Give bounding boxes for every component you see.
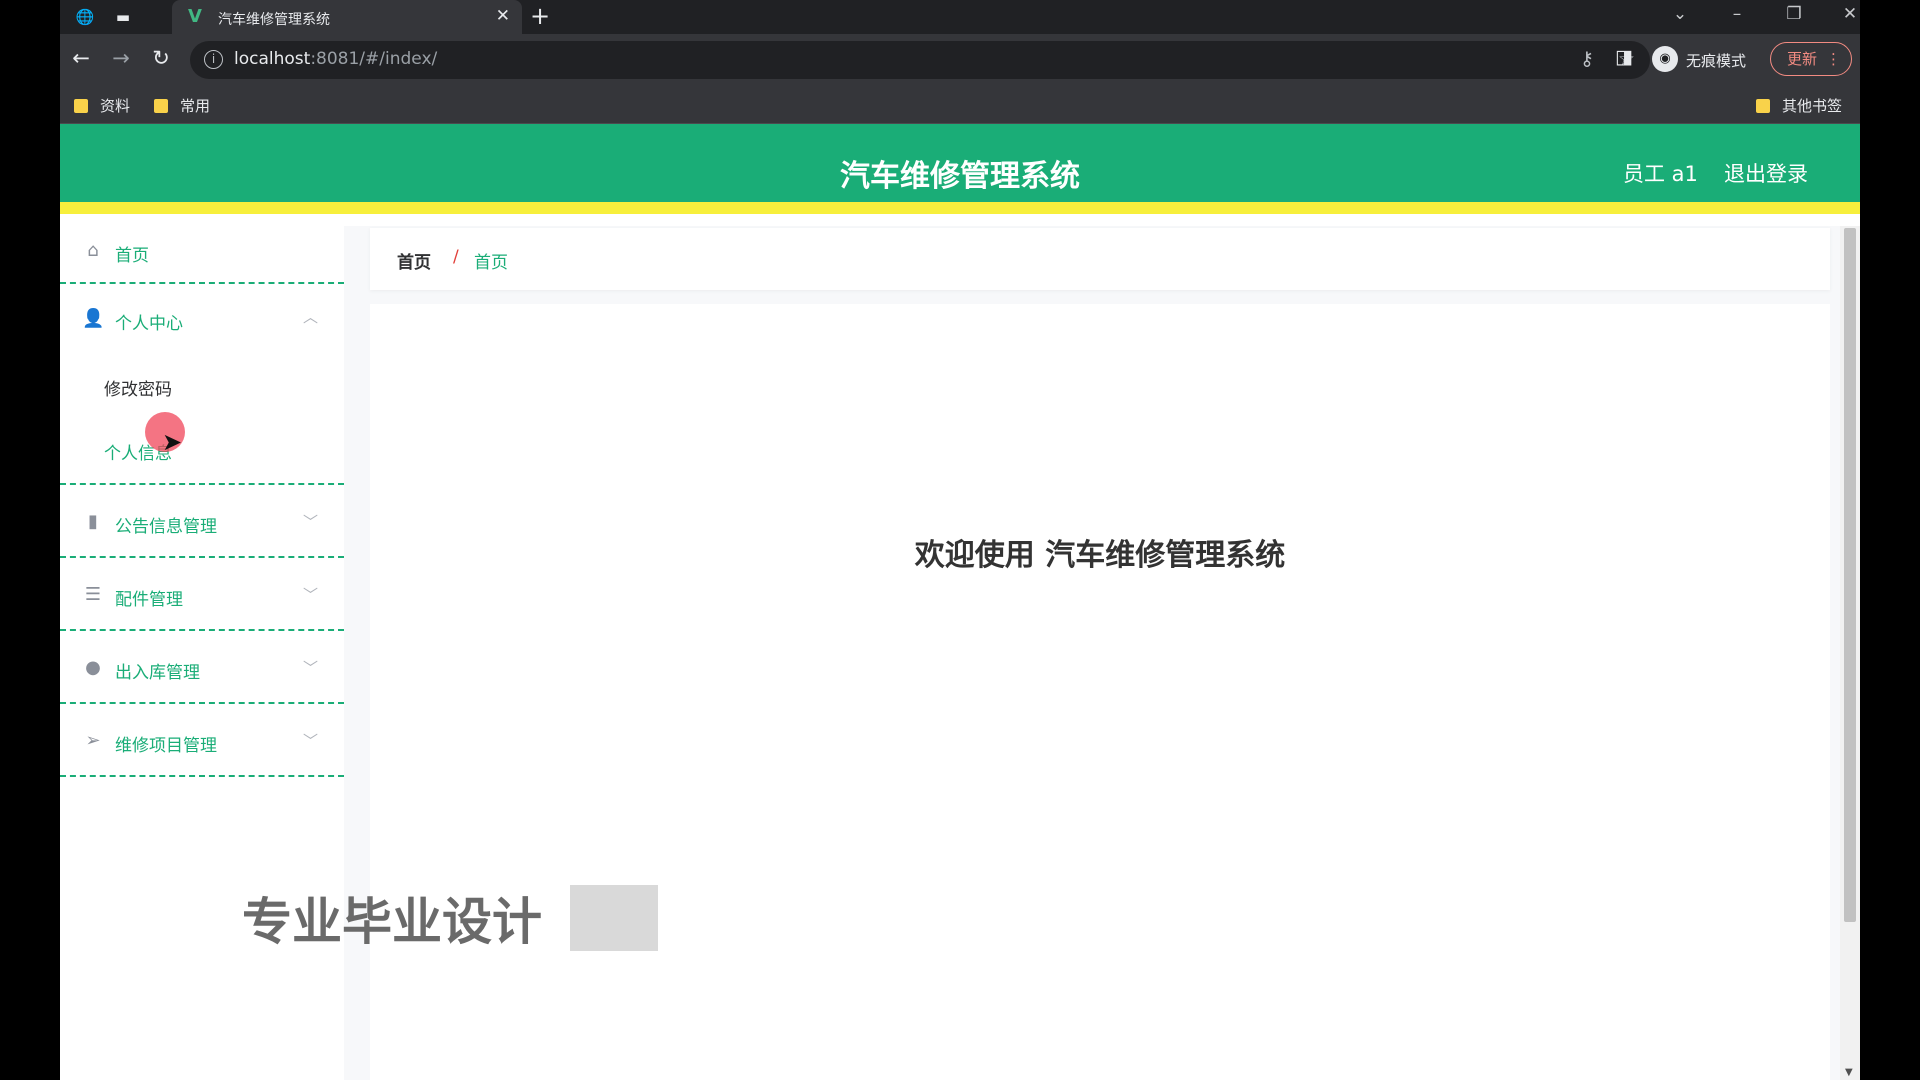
breadcrumb-separator: / <box>453 247 459 267</box>
sidebar-item-label: 个人中心 <box>115 314 183 334</box>
back-icon[interactable]: ← <box>66 46 96 70</box>
home-icon: ⌂ <box>87 240 99 261</box>
browser-toolbar: ← → ↻ i localhost:8081/#/index/ ⚷ ☆ ◨ ◉ … <box>60 34 1860 86</box>
sidebar-item-label: 配件管理 <box>115 590 183 610</box>
watermark-blur <box>570 885 658 951</box>
sidebar-item-personal-center[interactable]: 👤 个人中心 ︿ <box>60 284 344 354</box>
bookmark-folder-ziliao[interactable]: 资料 <box>74 95 130 116</box>
menu-dots-icon: ⋮ <box>1826 50 1841 68</box>
bookmark-label: 常用 <box>180 97 211 115</box>
logout-link[interactable]: 退出登录 <box>1724 158 1808 188</box>
submenu-change-password[interactable]: 修改密码 <box>104 375 172 400</box>
bookmark-folder-changyong[interactable]: 常用 <box>154 95 210 116</box>
app-header: 汽车维修管理系统 员工 a1 退出登录 <box>60 124 1860 214</box>
folder-icon <box>1756 99 1770 113</box>
mouse-cursor-icon: ➤ <box>162 428 183 456</box>
restore-icon[interactable]: ❐ <box>1774 4 1814 24</box>
key-icon[interactable]: ⚷ <box>1580 48 1594 70</box>
url-path: :8081/#/index/ <box>310 49 438 69</box>
page-scrollbar[interactable]: ▼ <box>1840 226 1860 1080</box>
active-tab[interactable]: V 汽车维修管理系统 ✕ <box>172 0 522 34</box>
incognito-icon: ◉ <box>1652 46 1678 72</box>
incognito-label: 无痕模式 <box>1686 52 1747 70</box>
close-tab-icon[interactable]: ✕ <box>496 6 510 26</box>
tab-strip: 🌐 ▬ V 汽车维修管理系统 ✕ + ⌄ – ❐ ✕ <box>60 0 1860 34</box>
new-tab-icon[interactable]: + <box>530 2 550 30</box>
window-close-icon[interactable]: ✕ <box>1830 4 1860 24</box>
sidebar-item-parts-management[interactable]: ☰ 配件管理 ﹀ <box>60 558 344 631</box>
sidebar-item-repair-project-management[interactable]: ➢ 维修项目管理 ﹀ <box>60 704 344 777</box>
side-panel-icon[interactable]: ◨ <box>1609 46 1639 68</box>
breadcrumb-current: 首页 <box>474 253 508 273</box>
sidebar-item-label: 公告信息管理 <box>115 517 217 537</box>
bookmark-label: 资料 <box>100 97 131 115</box>
forward-icon[interactable]: → <box>106 46 136 70</box>
sliders-icon: ☰ <box>84 584 102 605</box>
breadcrumb: 首页 / 首页 <box>370 228 1830 290</box>
chevron-down-icon: ﹀ <box>302 659 318 677</box>
url-host: localhost <box>234 49 311 69</box>
tab-overview-icon[interactable]: ▬ <box>110 4 136 30</box>
current-user: 员工 a1 <box>1623 162 1698 186</box>
sidebar-item-label: 出入库管理 <box>115 663 200 683</box>
reload-icon[interactable]: ↻ <box>146 46 176 70</box>
other-bookmarks[interactable]: 其他书签 <box>1756 95 1842 116</box>
chevron-down-icon: ﹀ <box>302 513 318 531</box>
sidebar-group-personal-center: 👤 个人中心 ︿ 修改密码 个人信息 <box>60 284 344 485</box>
vue-logo-icon: V <box>188 6 202 27</box>
chevron-down-icon: ﹀ <box>302 586 318 604</box>
send-icon: ➢ <box>85 730 101 751</box>
bar-chart-icon: ▮ <box>88 511 98 532</box>
main-panel: 欢迎使用 汽车维修管理系统 <box>370 304 1830 1080</box>
sidebar-item-label: 维修项目管理 <box>115 736 217 756</box>
sidebar-item-home[interactable]: ⌂ 首页 <box>60 226 344 284</box>
welcome-message: 欢迎使用 汽车维修管理系统 <box>914 538 1286 573</box>
minimize-icon[interactable]: – <box>1717 4 1757 24</box>
chevron-up-icon: ︿ <box>302 308 318 326</box>
sidebar-item-inventory-management[interactable]: ● 出入库管理 ﹀ <box>60 631 344 704</box>
user-icon: 👤 <box>82 308 105 329</box>
folder-icon <box>154 99 168 113</box>
location-pin-icon: ● <box>85 657 101 678</box>
tab-title: 汽车维修管理系统 <box>218 12 330 28</box>
address-bar[interactable]: i localhost:8081/#/index/ ⚷ ☆ <box>190 41 1650 79</box>
globe-icon[interactable]: 🌐 <box>72 4 98 30</box>
breadcrumb-home[interactable]: 首页 <box>397 248 431 273</box>
app-title: 汽车维修管理系统 <box>840 159 1080 194</box>
scroll-down-arrow-icon[interactable]: ▼ <box>1845 1067 1853 1078</box>
folder-icon <box>74 99 88 113</box>
bookmark-label: 其他书签 <box>1782 97 1843 115</box>
url-text[interactable]: localhost:8081/#/index/ <box>234 49 437 69</box>
scrollbar-thumb[interactable] <box>1844 228 1856 922</box>
chevron-down-icon: ﹀ <box>302 732 318 750</box>
site-info-icon[interactable]: i <box>204 50 223 69</box>
tab-search-icon[interactable]: ⌄ <box>1660 4 1700 24</box>
sidebar-item-label: 首页 <box>115 246 149 266</box>
browser-window: 🌐 ▬ V 汽车维修管理系统 ✕ + ⌄ – ❐ ✕ ← → ↻ i local… <box>60 0 1860 1080</box>
bookmarks-bar: 资料 常用 其他书签 <box>60 86 1860 124</box>
watermark-text: 专业毕业设计 <box>242 893 542 951</box>
sidebar-item-notice-management[interactable]: ▮ 公告信息管理 ﹀ <box>60 485 344 558</box>
update-label: 更新 <box>1787 50 1818 68</box>
update-button[interactable]: 更新 ⋮ <box>1770 42 1852 76</box>
